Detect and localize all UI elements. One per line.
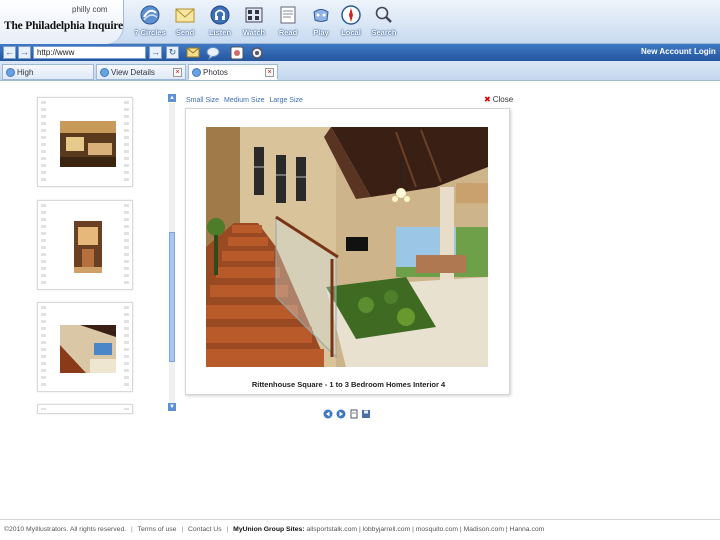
photo-viewer: Rittenhouse Square - 1 to 3 Bedroom Home… xyxy=(185,108,510,395)
share-icon[interactable] xyxy=(230,45,244,60)
magnifier-icon xyxy=(375,6,392,23)
footer: ©2010 MyIllustrators. All rights reserve… xyxy=(4,526,545,533)
top-toolbar: philly com The Philadelphia Inquirer 7 C… xyxy=(0,0,720,44)
terms-link[interactable]: Terms of use xyxy=(138,526,177,533)
medium-size-link[interactable]: Medium Size xyxy=(224,97,264,104)
tool-7-circles[interactable]: 7 Circles xyxy=(130,4,170,42)
refresh-button[interactable]: ↻ xyxy=(166,46,179,59)
size-links: Small Size Medium Size Large Size xyxy=(186,97,306,104)
film-perforation xyxy=(124,408,129,410)
close-icon: ✖ xyxy=(484,95,491,104)
film-perforation xyxy=(41,101,46,183)
photo-caption: Rittenhouse Square - 1 to 3 Bedroom Home… xyxy=(251,380,446,389)
film-perforation xyxy=(124,306,129,388)
url-input[interactable]: http://www xyxy=(33,46,146,59)
play-icon xyxy=(313,9,329,22)
film-perforation xyxy=(124,101,129,183)
login-link[interactable]: Login xyxy=(694,47,716,56)
tool-send[interactable]: Send xyxy=(165,4,205,42)
logo-philly-text: philly com xyxy=(72,5,108,14)
tab-photos[interactable]: Photos × xyxy=(188,64,278,80)
thumbnail-scrollbar[interactable]: ▲ ▼ xyxy=(168,94,176,412)
photo-thumbnail-4[interactable] xyxy=(37,404,133,414)
close-tab-icon[interactable]: × xyxy=(173,68,182,77)
scroll-thumb[interactable] xyxy=(169,232,175,362)
small-size-link[interactable]: Small Size xyxy=(186,97,219,104)
copyright-text: ©2010 MyIllustrators. All rights reserve… xyxy=(4,526,127,533)
photo-thumbnail-1[interactable] xyxy=(37,97,133,187)
group-sites-label: MyUnion Group Sites: xyxy=(233,526,305,533)
circles-icon xyxy=(140,5,160,25)
watch-icon xyxy=(245,7,263,23)
read-icon xyxy=(280,6,296,24)
save-icon[interactable] xyxy=(361,409,371,419)
bedroom-thumbnail-image xyxy=(60,121,116,167)
globe-icon xyxy=(100,68,109,77)
globe-icon xyxy=(6,68,15,77)
tool-search[interactable]: Search xyxy=(364,4,404,42)
globe-icon xyxy=(192,68,201,77)
envelope-icon xyxy=(175,8,195,23)
hallway-thumbnail-image xyxy=(74,221,102,273)
film-perforation xyxy=(41,306,46,388)
tab-view-details[interactable]: View Details × xyxy=(96,64,186,80)
back-button[interactable]: ← xyxy=(3,46,16,59)
print-icon[interactable] xyxy=(349,409,359,419)
large-size-link[interactable]: Large Size xyxy=(269,97,302,104)
site-logo[interactable]: philly com The Philadelphia Inquirer xyxy=(0,0,124,44)
logo-title: The Philadelphia Inquirer xyxy=(4,20,124,32)
film-perforation xyxy=(41,204,46,286)
contact-link[interactable]: Contact Us xyxy=(188,526,222,533)
next-icon[interactable] xyxy=(336,409,346,419)
gear-icon[interactable] xyxy=(250,45,264,60)
go-button[interactable]: → xyxy=(149,46,162,59)
film-perforation xyxy=(124,204,129,286)
group-sites-links[interactable]: allsportstalk.com | lobbyjarrell.com | m… xyxy=(306,526,544,533)
photo-thumbnail-2[interactable] xyxy=(37,200,133,290)
mail-icon[interactable] xyxy=(186,45,200,60)
previous-icon[interactable] xyxy=(323,409,333,419)
staircase-thumbnail-image xyxy=(60,325,116,373)
tab-high[interactable]: High xyxy=(2,64,94,80)
scroll-down-icon[interactable]: ▼ xyxy=(168,403,176,411)
tab-bar: High View Details × Photos × xyxy=(0,61,720,81)
film-perforation xyxy=(41,408,46,410)
listen-icon xyxy=(210,5,230,25)
footer-divider xyxy=(0,519,720,520)
address-bar: ← → http://www → ↻ New Account Login xyxy=(0,44,720,61)
new-account-link[interactable]: New Account xyxy=(641,47,691,56)
compass-icon xyxy=(341,5,361,25)
forward-button[interactable]: → xyxy=(18,46,31,59)
chat-icon[interactable] xyxy=(206,45,220,60)
close-button[interactable]: ✖ Close xyxy=(484,95,513,104)
photo-thumbnail-3[interactable] xyxy=(37,302,133,392)
main-photo xyxy=(206,127,488,367)
close-tab-icon[interactable]: × xyxy=(265,68,274,77)
scroll-up-icon[interactable]: ▲ xyxy=(168,94,176,102)
